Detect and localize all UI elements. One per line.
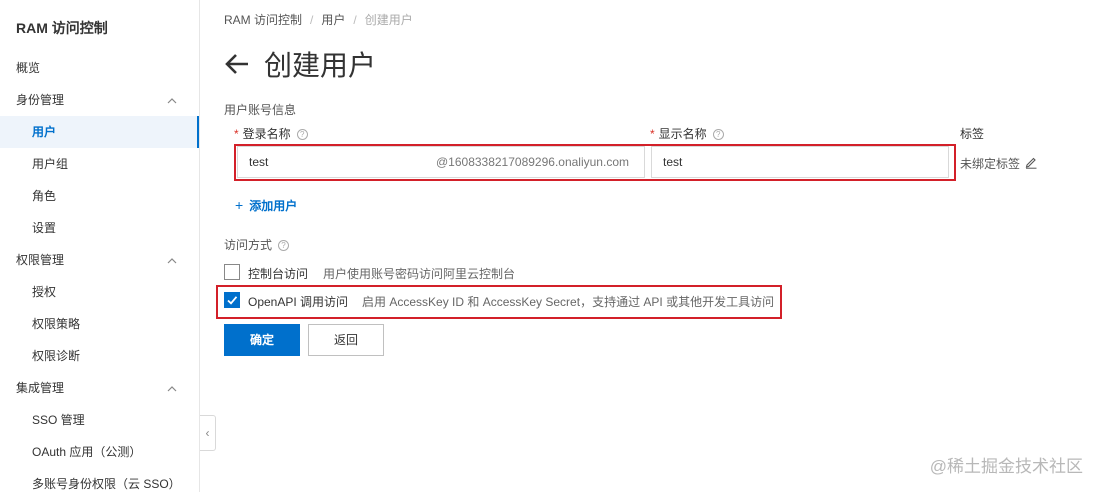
required-mark: * (650, 127, 655, 141)
sidebar-item-cloud-sso[interactable]: 多账号身份权限（云 SSO） (0, 468, 199, 492)
breadcrumb-separator: / (310, 13, 314, 27)
sidebar-item-sso[interactable]: SSO 管理 (0, 404, 199, 436)
breadcrumb-item-ram[interactable]: RAM 访问控制 (224, 13, 302, 27)
highlight-box-openapi (216, 285, 782, 319)
chevron-left-icon: ‹ (205, 426, 210, 440)
sidebar-item-settings[interactable]: 设置 (0, 212, 199, 244)
sidebar-item-overview[interactable]: 概览 (0, 52, 199, 84)
sidebar-collapse-button[interactable]: ‹ (200, 415, 216, 451)
sidebar-group-label: 集成管理 (16, 381, 65, 395)
tag-label: 标签 (960, 127, 985, 141)
breadcrumb-item-current: 创建用户 (364, 13, 413, 27)
sidebar-title: RAM 访问控制 (16, 20, 108, 36)
sidebar-group-permissions[interactable]: 权限管理 (0, 244, 199, 276)
breadcrumb-item-users[interactable]: 用户 (321, 13, 345, 27)
back-button[interactable]: 返回 (308, 324, 384, 356)
console-access-label[interactable]: 控制台访问 (248, 265, 308, 282)
highlight-box-user-fields (234, 144, 956, 181)
sidebar-group-identity[interactable]: 身份管理 (0, 84, 199, 116)
add-user-link[interactable]: + 添加用户 (235, 197, 297, 214)
confirm-button[interactable]: 确定 (224, 324, 300, 356)
plus-icon: + (235, 197, 244, 213)
sidebar-group-label: 身份管理 (16, 93, 65, 107)
edit-icon[interactable] (1024, 155, 1038, 169)
watermark: @稀土掘金技术社区 (929, 457, 1083, 476)
sidebar-group-integration[interactable]: 集成管理 (0, 372, 199, 404)
tag-value: 未绑定标签 (960, 157, 1021, 171)
section-access-label: 访问方式 (224, 238, 273, 252)
chevron-up-icon (167, 98, 177, 104)
section-access-method: 访问方式? (224, 236, 290, 253)
console-access-checkbox[interactable] (224, 264, 240, 280)
breadcrumb-separator: / (353, 13, 357, 27)
sidebar: RAM 访问控制 概览 身份管理 用户 用户组 角色 设置 权限管理 授权 权限… (0, 0, 200, 492)
help-icon[interactable]: ? (278, 240, 290, 252)
display-name-label: * 显示名称? (650, 125, 724, 142)
login-name-label-text: 登录名称 (242, 127, 291, 141)
chevron-up-icon (167, 386, 177, 392)
sidebar-item-users[interactable]: 用户 (0, 116, 199, 148)
sidebar-item-user-groups[interactable]: 用户组 (0, 148, 199, 180)
sidebar-item-roles[interactable]: 角色 (0, 180, 199, 212)
sidebar-item-grants[interactable]: 授权 (0, 276, 199, 308)
page-title: 创建用户 (264, 50, 377, 81)
help-icon[interactable]: ? (712, 129, 724, 141)
console-access-description: 用户使用账号密码访问阿里云控制台 (323, 267, 516, 281)
add-user-label: 添加用户 (249, 199, 298, 213)
section-account-info: 用户账号信息 (224, 103, 297, 117)
back-arrow-icon[interactable] (224, 51, 250, 77)
login-name-label: * 登录名称? (234, 125, 308, 142)
breadcrumb: RAM 访问控制 / 用户 / 创建用户 (224, 11, 413, 28)
sidebar-item-diagnostics[interactable]: 权限诊断 (0, 340, 199, 372)
sidebar-group-label: 权限管理 (16, 253, 65, 267)
sidebar-item-oauth[interactable]: OAuth 应用（公测） (0, 436, 199, 468)
help-icon[interactable]: ? (296, 129, 308, 141)
page-header: 创建用户 (224, 44, 376, 84)
required-mark: * (234, 127, 239, 141)
display-name-label-text: 显示名称 (658, 127, 707, 141)
chevron-up-icon (167, 258, 177, 264)
sidebar-item-policies[interactable]: 权限策略 (0, 308, 199, 340)
